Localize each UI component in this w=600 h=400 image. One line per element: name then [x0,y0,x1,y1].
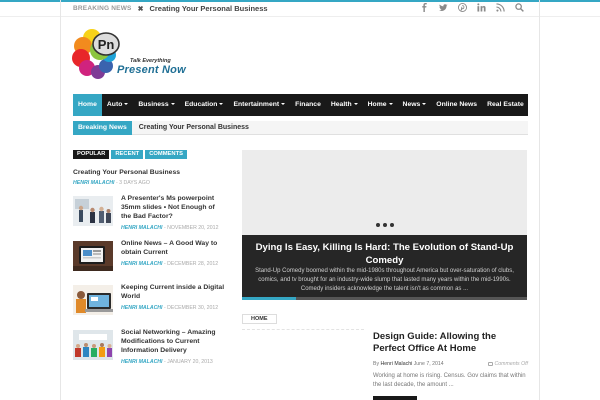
post-date: DECEMBER 30, 2012 [167,305,219,311]
post-title-link[interactable]: Creating Your Personal Business [73,169,223,176]
sidebar-tabs: POPULAR RECENT COMMENTS [73,150,188,159]
list-item: Keeping Current inside a Digital World H… [73,283,225,328]
twitter-icon[interactable] [439,3,448,12]
author-link[interactable]: HENRI MALACHI [121,305,163,311]
slider-excerpt: Stand-Up Comedy boomed within the mid-19… [255,268,514,292]
comment-icon [487,361,493,366]
ticker-link[interactable]: Creating Your Personal Business [139,124,249,131]
tab-recent[interactable]: RECENT [111,150,144,159]
list-item: Creating Your Personal Business HENRI MA… [73,169,223,186]
tab-popular[interactable]: POPULAR [73,150,110,159]
linkedin-icon[interactable] [477,3,486,12]
caret-down-icon [170,103,175,106]
pinterest-icon[interactable] [458,3,467,12]
post-title-link[interactable]: A Presenter's Ms powerpoint 35mm slides … [121,194,225,221]
post-thumbnail[interactable] [73,196,113,226]
post-title-link[interactable]: Online News – A Good Way to obtain Curre… [121,239,225,257]
slider-dot[interactable] [376,223,380,227]
post-meta: HENRI MALACHI - JANUARY 20, 2013 [121,358,213,365]
nav-item-real-estate[interactable]: Real Estate [482,94,529,116]
nav-item-news[interactable]: News [398,94,432,116]
article-title-link[interactable]: Design Guide: Allowing the Perfect Offic… [373,331,528,355]
post-title-link[interactable]: Keeping Current inside a Digital World [121,283,225,301]
caret-down-icon [219,103,224,106]
author-link[interactable]: HENRI MALACHI [121,261,163,267]
post-title-link[interactable]: Social Networking – Amazing Modification… [121,328,225,355]
top-breaking-news: BREAKING NEWS ✖ Creating Your Personal B… [73,4,268,13]
breaking-news-link[interactable]: Creating Your Personal Business [149,4,267,13]
read-more-button[interactable] [373,396,417,400]
separator-icon: ✖ [137,5,144,13]
nav-item-home-menu[interactable]: Home [363,94,398,116]
author-link[interactable]: HENRI MALACHI [73,180,115,186]
slider-caption: Dying Is Easy, Killing Is Hard: The Evol… [242,235,527,300]
article-date: June 7, 2014 [413,361,444,367]
post-meta: HENRI MALACHI - 3 DAYS AGO [73,180,150,186]
article-excerpt: Working at home is rising. Census. Gov c… [373,373,526,388]
slider-dots [376,223,394,227]
post-date: DECEMBER 28, 2012 [167,260,219,267]
caret-down-icon [422,103,427,106]
post-meta: HENRI MALACHI - NOVEMBER 20, 2012 [121,225,219,231]
section-divider [242,329,364,400]
nav-item-education[interactable]: Education [180,94,229,116]
slider-dot[interactable] [390,223,394,227]
author-link[interactable]: Henri Malachi [381,361,413,367]
nav-item-auto[interactable]: Auto [102,94,133,116]
comments-link[interactable]: Comments Off [487,361,528,367]
list-item: Online News – A Good Way to obtain Curre… [73,239,223,284]
article-meta: By Henri Malachi June 7, 2014 Comments O… [373,361,528,367]
social-icons [420,3,524,12]
tab-comments[interactable]: COMMENTS [145,150,188,159]
logo-name: Present Now [117,64,186,76]
caret-down-icon [388,103,393,106]
nav-item-online-news[interactable]: Online News [431,94,482,116]
main-nav: Home Auto Business Education Entertainme… [73,94,528,116]
popular-list: A Presenter's Ms powerpoint 35mm slides … [73,194,225,373]
post-meta: HENRI MALACHI - DECEMBER 30, 2012 [121,305,219,311]
breaking-news-label: BREAKING NEWS [73,5,132,12]
featured-slider[interactable]: Dying Is Easy, Killing Is Hard: The Evol… [242,150,527,300]
facebook-icon[interactable] [420,3,429,12]
slider-progress-bar [242,297,527,300]
author-link[interactable]: HENRI MALACHI [121,225,163,231]
nav-item-business[interactable]: Business [133,94,179,116]
nav-item-health[interactable]: Health [326,94,363,116]
caret-down-icon [353,103,358,106]
post-meta: HENRI MALACHI - DECEMBER 28, 2012 [121,260,219,267]
ticker-label: Breaking News [73,120,132,135]
list-item: Social Networking – Amazing Modification… [73,328,223,373]
post-date: JANUARY 20, 2013 [167,358,213,365]
caret-down-icon [281,103,286,106]
news-ticker: Breaking News Creating Your Personal Bus… [73,120,528,135]
slider-title-link[interactable]: Dying Is Easy, Killing Is Hard: The Evol… [248,241,521,267]
search-icon[interactable] [515,3,524,12]
nav-item-finance[interactable]: Finance [290,94,326,116]
slider-dot-active[interactable] [383,223,387,227]
post-thumbnail[interactable] [73,240,113,271]
post-thumbnail[interactable] [73,329,113,360]
post-thumbnail[interactable] [73,285,113,315]
nav-item-entertainment[interactable]: Entertainment [228,94,290,116]
author-link[interactable]: HENRI MALACHI [121,359,163,365]
logo-monogram: Pn [98,37,115,52]
nav-item-home[interactable]: Home [73,94,102,116]
post-date: 3 DAYS AGO [119,180,150,186]
rss-icon[interactable] [496,3,505,12]
section-label[interactable]: HOME [242,314,277,324]
post-date: NOVEMBER 20, 2012 [167,225,219,231]
list-item: A Presenter's Ms powerpoint 35mm slides … [73,194,223,239]
site-logo[interactable]: Pn Talk Everything Present Now [72,28,196,84]
slider-progress-fill [242,297,297,300]
caret-down-icon [124,103,129,106]
article-card: Design Guide: Allowing the Perfect Offic… [373,331,528,400]
